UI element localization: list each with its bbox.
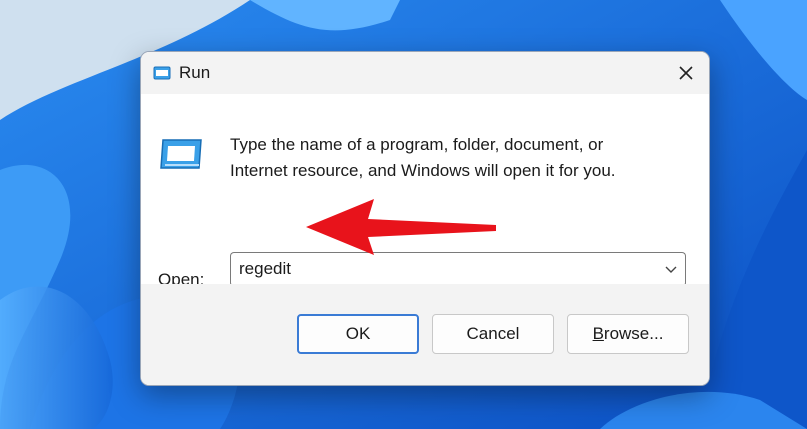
browse-accelerator: B: [592, 324, 604, 343]
browse-label: rowse...: [603, 324, 664, 343]
chevron-down-icon[interactable]: [665, 263, 677, 275]
description-line-2: Internet resource, and Windows will open…: [230, 161, 616, 180]
window-title: Run: [179, 63, 211, 82]
open-combobox[interactable]: [230, 252, 686, 287]
red-arrow-icon: [306, 199, 496, 255]
button-bar: OK Cancel Browse...: [141, 284, 709, 385]
browse-button[interactable]: Browse...: [567, 314, 689, 354]
close-icon: [679, 66, 693, 80]
description-line-1: Type the name of a program, folder, docu…: [230, 135, 604, 154]
description: Type the name of a program, folder, docu…: [230, 132, 670, 184]
open-input[interactable]: [239, 257, 639, 281]
close-button[interactable]: [663, 52, 709, 94]
cancel-button[interactable]: Cancel: [432, 314, 554, 354]
run-icon: [153, 66, 171, 80]
run-program-icon: [160, 139, 202, 169]
ok-button[interactable]: OK: [297, 314, 419, 354]
title-bar[interactable]: Run: [141, 52, 709, 94]
